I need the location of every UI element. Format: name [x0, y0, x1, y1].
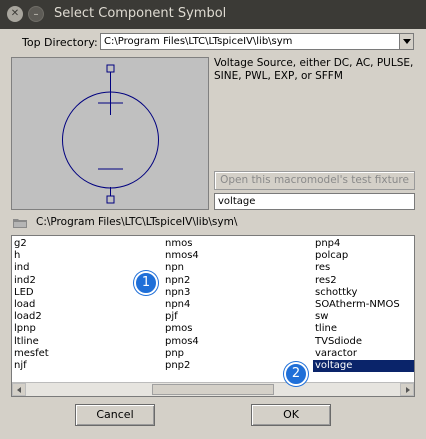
list-item[interactable]: pmos4 — [163, 336, 303, 348]
list-item[interactable]: h — [12, 250, 160, 262]
minimize-icon[interactable]: – — [28, 6, 44, 22]
window-title: Select Component Symbol — [54, 6, 227, 21]
select-component-dialog: ✕ – Select Component Symbol Top Director… — [0, 0, 426, 439]
chevron-down-icon[interactable] — [399, 34, 413, 49]
list-column-3: pnp4 polcap res res2 schottky SOAtherm-NMOS sw… — [313, 238, 414, 373]
current-path-label: C:\Program Files\LTC\LTspiceIV\lib\sym\ — [36, 216, 238, 228]
list-item[interactable]: pmos — [163, 323, 303, 335]
list-item[interactable]: pnp — [163, 348, 303, 360]
scroll-left-icon[interactable] — [12, 383, 26, 396]
list-column-2: nmos nmos4 npn npn2 npn3 npn4 pjf pmos pmos4 pnp p… — [163, 238, 303, 372]
list-item[interactable]: load2 — [12, 311, 160, 323]
list-item[interactable]: pjf — [163, 311, 303, 323]
list-item[interactable]: tline — [313, 323, 414, 335]
horizontal-scrollbar[interactable] — [12, 382, 414, 396]
list-item[interactable]: TVSdiode — [313, 336, 414, 348]
list-item[interactable]: npn3 — [163, 287, 303, 299]
list-item[interactable]: ltline — [12, 336, 160, 348]
close-icon[interactable]: ✕ — [7, 6, 23, 22]
list-item[interactable]: pnp2 — [163, 360, 303, 372]
list-item[interactable]: schottky — [313, 287, 414, 299]
list-item[interactable]: npn — [163, 262, 303, 274]
list-item[interactable]: res — [313, 262, 414, 274]
list-column-1: g2 h ind ind2 LED load load2 lpnp ltline mesfet nj… — [12, 238, 160, 372]
component-name-field[interactable]: voltage — [214, 193, 415, 210]
list-item[interactable]: polcap — [313, 250, 414, 262]
list-item[interactable]: pnp4 — [313, 238, 414, 250]
open-test-fixture-button[interactable]: Open this macromodel's test fixture — [214, 171, 415, 190]
annotation-badge-1: 1 — [134, 271, 158, 295]
title-bar: ✕ – Select Component Symbol — [0, 0, 426, 29]
list-item[interactable]: g2 — [12, 238, 160, 250]
list-item[interactable]: mesfet — [12, 348, 160, 360]
symbol-description: Voltage Source, either DC, AC, PULSE, SI… — [214, 57, 414, 82]
top-directory-value: C:\Program Files\LTC\LTspiceIV\lib\sym — [104, 36, 293, 47]
folder-icon[interactable] — [13, 218, 27, 228]
component-list[interactable]: g2 h ind ind2 LED load load2 lpnp ltline mesfet nj… — [11, 235, 415, 397]
list-item[interactable]: lpnp — [12, 323, 160, 335]
list-item[interactable]: sw — [313, 311, 414, 323]
top-directory-label: Top Directory: — [22, 36, 98, 49]
symbol-preview — [11, 57, 209, 210]
list-item[interactable]: nmos4 — [163, 250, 303, 262]
list-item[interactable]: npn4 — [163, 299, 303, 311]
annotation-badge-2: 2 — [284, 362, 308, 386]
list-item[interactable]: voltage — [313, 359, 414, 373]
list-item[interactable]: SOAtherm-NMOS — [313, 299, 414, 311]
top-directory-select[interactable]: C:\Program Files\LTC\LTspiceIV\lib\sym — [100, 33, 414, 50]
scroll-right-icon[interactable] — [400, 383, 414, 396]
list-item[interactable]: nmos — [163, 238, 303, 250]
list-item[interactable]: res2 — [313, 275, 414, 287]
list-item[interactable]: njf — [12, 360, 160, 372]
list-item[interactable]: varactor — [313, 348, 414, 360]
list-item[interactable]: npn2 — [163, 275, 303, 287]
voltage-source-symbol — [62, 64, 159, 204]
list-item[interactable]: load — [12, 299, 160, 311]
cancel-button[interactable]: Cancel — [75, 404, 155, 426]
ok-button[interactable]: OK — [251, 404, 331, 426]
scrollbar-thumb[interactable] — [152, 384, 274, 395]
